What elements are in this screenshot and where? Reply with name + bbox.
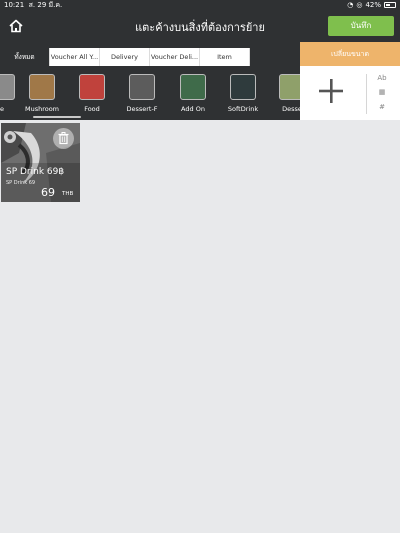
tab-voucher-all[interactable]: Voucher All Y...: [50, 48, 100, 66]
category-item[interactable]: Mushroom: [22, 74, 62, 116]
status-time: 10:21 ส. 29 มี.ค.: [4, 1, 63, 9]
category-thumbnail: [180, 74, 206, 100]
category-label: Mushroom: [24, 105, 60, 113]
battery-icon: [384, 2, 396, 8]
lock-rotation-icon: ◎: [356, 1, 363, 9]
battery-percent: 42%: [365, 1, 381, 9]
category-item[interactable]: Add On: [173, 74, 213, 116]
category-label: Add On: [181, 105, 205, 113]
category-thumbnail: [79, 74, 105, 100]
status-right: ◔ ◎ 42%: [347, 0, 396, 10]
delete-button[interactable]: [53, 128, 74, 149]
save-button[interactable]: บันทึก: [328, 16, 394, 36]
panel-divider: [366, 74, 367, 114]
add-button[interactable]: [318, 78, 344, 104]
category-thumbnail: [29, 74, 55, 100]
wifi-icon: ◔: [347, 1, 354, 9]
image-size-option[interactable]: ▦: [372, 88, 392, 96]
item-name: SP Drink 69฿: [6, 167, 65, 177]
category-item[interactable]: SoftDrink: [223, 74, 263, 116]
item-currency: THB: [62, 191, 74, 197]
category-label: Food: [84, 105, 100, 113]
tab-voucher-delivery[interactable]: Voucher Deli...: [150, 48, 200, 66]
status-date: ส. 29 มี.ค.: [28, 1, 63, 9]
tab-item[interactable]: Item: [200, 48, 250, 66]
tab-all[interactable]: ทั้งหมด: [0, 48, 50, 66]
resize-panel-title: เปลี่ยนขนาด: [300, 42, 400, 66]
category-bar: e Mushroom Food Dessert-F Add On SoftDri…: [0, 66, 300, 120]
category-thumbnail: [129, 74, 155, 100]
tab-delivery[interactable]: Delivery: [100, 48, 150, 66]
category-scroll-indicator: [33, 116, 81, 118]
category-label: Dessert-F: [126, 105, 158, 113]
category-label: Desse: [282, 105, 300, 113]
category-thumbnail: [0, 74, 15, 100]
item-price: 69: [41, 186, 55, 199]
category-label: SoftDrink: [227, 105, 259, 113]
plus-icon: [319, 79, 343, 103]
trash-icon: [58, 132, 69, 145]
number-size-option[interactable]: #: [372, 103, 392, 111]
category-thumbnail: [279, 74, 300, 100]
item-card[interactable]: SP Drink 69฿ SP Drink 69 69 THB: [1, 123, 80, 202]
resize-panel: Ab ▦ #: [300, 66, 400, 120]
category-label: e: [0, 105, 4, 113]
category-thumbnail: [230, 74, 256, 100]
category-item[interactable]: e: [0, 74, 22, 116]
category-item[interactable]: Dessert-F: [122, 74, 162, 116]
tab-bar: ทั้งหมด Voucher All Y... Delivery Vouche…: [0, 42, 300, 66]
text-size-option[interactable]: Ab: [372, 74, 392, 82]
status-bar: 10:21 ส. 29 มี.ค. ◔ ◎ 42%: [0, 0, 400, 10]
category-item[interactable]: Food: [72, 74, 112, 116]
category-item[interactable]: Desse: [272, 74, 300, 116]
item-subtitle: SP Drink 69: [6, 180, 36, 186]
top-navbar: แตะค้างบนสิ่งที่ต้องการย้าย บันทึก: [0, 10, 400, 42]
